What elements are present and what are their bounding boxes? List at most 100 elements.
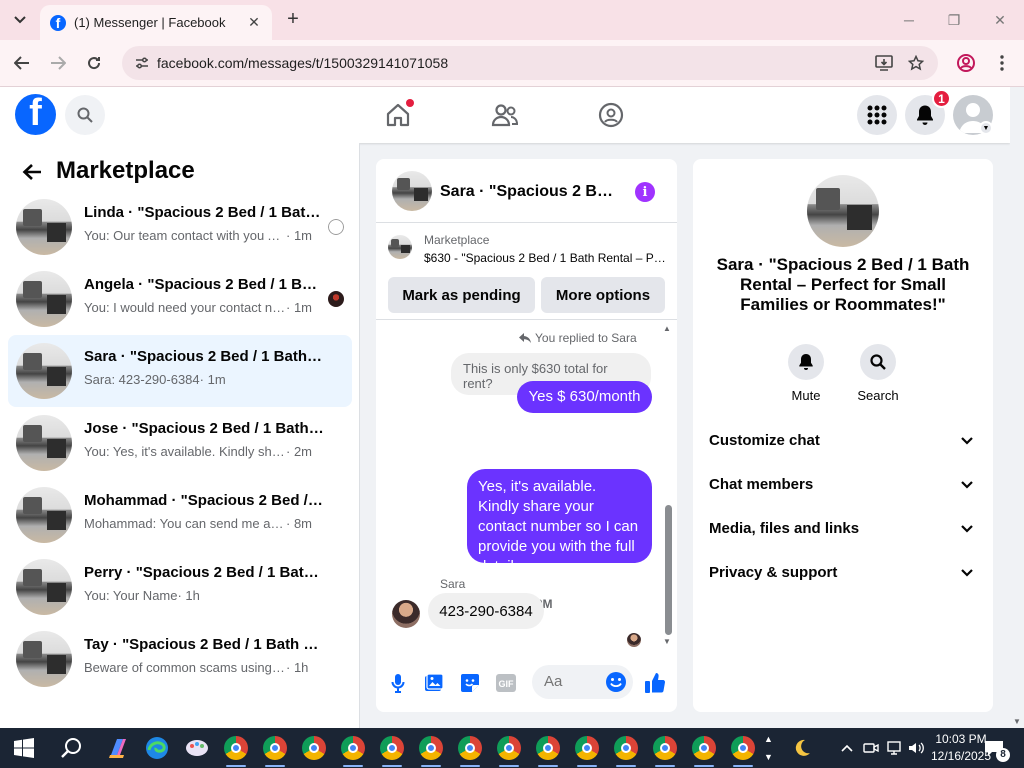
chrome-window-icon[interactable] xyxy=(458,736,482,760)
listing-thumbnail[interactable] xyxy=(388,235,412,259)
outgoing-message-bubble[interactable]: Yes, it's available. Kindly share your c… xyxy=(467,469,652,575)
scroll-up-arrow[interactable]: ▲ xyxy=(663,324,671,333)
attach-photo-button[interactable] xyxy=(422,671,446,695)
chat-listing-thumbnail[interactable] xyxy=(392,171,432,211)
nav-friends-button[interactable] xyxy=(491,101,519,129)
site-info-icon[interactable] xyxy=(132,54,152,72)
copilot-icon[interactable] xyxy=(104,734,132,762)
back-arrow-button[interactable] xyxy=(20,160,44,184)
chrome-window-icon[interactable] xyxy=(224,736,248,760)
address-bar[interactable]: facebook.com/messages/t/1500329141071058 xyxy=(122,46,938,80)
customize-chat-section[interactable]: Customize chat xyxy=(701,421,985,461)
paint-app-icon[interactable] xyxy=(183,734,211,762)
chat-members-section[interactable]: Chat members xyxy=(701,465,985,505)
facebook-logo-icon[interactable]: f xyxy=(15,94,56,135)
facebook-search-button[interactable] xyxy=(65,95,105,135)
browser-tab-messenger[interactable]: f (1) Messenger | Facebook ✕ xyxy=(40,5,272,40)
chrome-window-icon[interactable] xyxy=(419,736,443,760)
show-hidden-icons-chevron-up-icon[interactable] xyxy=(837,738,857,758)
browser-profile-button[interactable] xyxy=(955,52,977,74)
incoming-message-bubble[interactable]: 423-290-6384 xyxy=(428,593,544,629)
listing-photo[interactable] xyxy=(807,175,879,247)
page-scroll-down-arrow[interactable]: ▼ xyxy=(1013,717,1021,726)
chrome-window-icon[interactable] xyxy=(653,736,677,760)
nav-groups-button[interactable] xyxy=(597,101,625,129)
active-app-indicator xyxy=(460,765,480,767)
chrome-window-icon[interactable] xyxy=(614,736,638,760)
message-input[interactable] xyxy=(544,673,604,690)
install-app-icon[interactable] xyxy=(874,54,894,72)
listing-title[interactable]: $630 - "Spacious 2 Bed / 1 Bath Rental –… xyxy=(424,251,668,265)
conversation-item[interactable]: Tay · "Spacious 2 Bed / 1 Bath Rental – … xyxy=(8,623,352,695)
privacy-support-section[interactable]: Privacy & support xyxy=(701,553,985,593)
browser-menu-button[interactable] xyxy=(991,52,1013,74)
account-caret-icon[interactable]: ▼ xyxy=(979,121,993,135)
listing-thumbnail xyxy=(16,559,72,615)
conversation-item[interactable]: Jose · "Spacious 2 Bed / 1 Bath Rental –… xyxy=(8,407,352,479)
chrome-window-icon[interactable] xyxy=(575,736,599,760)
chrome-window-icon[interactable] xyxy=(497,736,521,760)
chat-panel: Sara · "Spacious 2 Bed / 1 Bath Rental –… xyxy=(376,159,677,712)
taskbar-overflow-arrows[interactable]: ▲ ▼ xyxy=(764,730,773,766)
conversation-info-icon[interactable]: i xyxy=(635,182,655,202)
taskbar-search-button[interactable] xyxy=(58,734,86,762)
network-icon[interactable] xyxy=(884,738,904,758)
chrome-window-icon[interactable] xyxy=(536,736,560,760)
back-button[interactable] xyxy=(11,52,33,74)
conversation-item[interactable]: Sara · "Spacious 2 Bed / 1 Bath Rental –… xyxy=(8,335,352,407)
sticker-button[interactable] xyxy=(458,671,482,695)
page-scrollbar[interactable]: ▼ xyxy=(1010,87,1024,728)
chrome-window-icon[interactable] xyxy=(380,736,404,760)
seen-avatar xyxy=(328,291,344,307)
new-tab-button[interactable]: + xyxy=(282,8,304,30)
start-button[interactable] xyxy=(10,734,38,762)
outgoing-message-bubble[interactable]: Yes $ 630/month xyxy=(517,381,652,413)
media-files-links-section[interactable]: Media, files and links xyxy=(701,509,985,549)
meet-now-icon[interactable] xyxy=(861,738,881,758)
conversation-item[interactable]: Mohammad · "Spacious 2 Bed / 1 Bath Rent… xyxy=(8,479,352,551)
conversation-name: Linda · "Spacious 2 Bed / 1 Bath Rental … xyxy=(84,204,324,221)
reply-icon xyxy=(519,333,531,343)
notifications-button[interactable]: 1 xyxy=(905,89,951,135)
chat-header: Sara · "Spacious 2 Bed / 1 Bath Rental –… xyxy=(376,159,677,223)
reload-button[interactable] xyxy=(83,52,105,74)
chat-title[interactable]: Sara · "Spacious 2 Bed / 1 Bath Rental –… xyxy=(440,183,620,201)
menu-button[interactable] xyxy=(857,95,897,135)
minimize-button[interactable]: ─ xyxy=(899,10,919,30)
conversation-item[interactable]: Linda · "Spacious 2 Bed / 1 Bath Rental … xyxy=(8,191,352,263)
forward-button[interactable] xyxy=(47,52,69,74)
chrome-window-icon[interactable] xyxy=(692,736,716,760)
conversation-item[interactable]: Perry · "Spacious 2 Bed / 1 Bath Rental … xyxy=(8,551,352,623)
more-options-button[interactable]: More options xyxy=(541,277,665,313)
weather-moon-icon[interactable] xyxy=(792,738,812,758)
scroll-down-arrow[interactable]: ▼ xyxy=(663,637,671,646)
windows-logo-icon xyxy=(14,738,34,758)
search-icon xyxy=(61,738,81,758)
send-like-button[interactable] xyxy=(643,671,667,695)
sender-avatar[interactable] xyxy=(392,600,420,628)
chrome-window-icon[interactable] xyxy=(731,736,755,760)
conversation-item[interactable]: Angela · "Spacious 2 Bed / 1 Bath Rental… xyxy=(8,263,352,335)
chrome-window-icon[interactable] xyxy=(302,736,326,760)
gif-button[interactable]: GIF xyxy=(494,671,518,695)
bookmark-star-icon[interactable] xyxy=(906,54,926,72)
close-tab-icon[interactable]: ✕ xyxy=(246,14,262,30)
mark-as-pending-button[interactable]: Mark as pending xyxy=(388,277,535,313)
tab-search-button[interactable] xyxy=(8,8,32,32)
restore-button[interactable]: ❐ xyxy=(944,10,964,30)
chrome-window-icon[interactable] xyxy=(263,736,287,760)
search-in-conversation-button[interactable]: Search xyxy=(848,344,908,403)
active-app-indicator xyxy=(616,765,636,767)
preview-time: · 8m xyxy=(286,516,312,531)
edge-browser-icon[interactable] xyxy=(143,734,171,762)
voice-clip-button[interactable] xyxy=(386,671,410,695)
mute-button[interactable]: Mute xyxy=(776,344,836,403)
chat-scrollbar-thumb[interactable] xyxy=(665,505,672,635)
close-window-button[interactable]: ✕ xyxy=(990,10,1010,30)
listing-thumbnail xyxy=(16,487,72,543)
chevron-down-icon xyxy=(959,521,975,537)
conversation-title: Sara · "Spacious 2 Bed / 1 Bath Rental –… xyxy=(716,255,970,314)
nav-home-button[interactable] xyxy=(384,99,414,129)
emoji-button[interactable] xyxy=(604,670,628,694)
chrome-window-icon[interactable] xyxy=(341,736,365,760)
